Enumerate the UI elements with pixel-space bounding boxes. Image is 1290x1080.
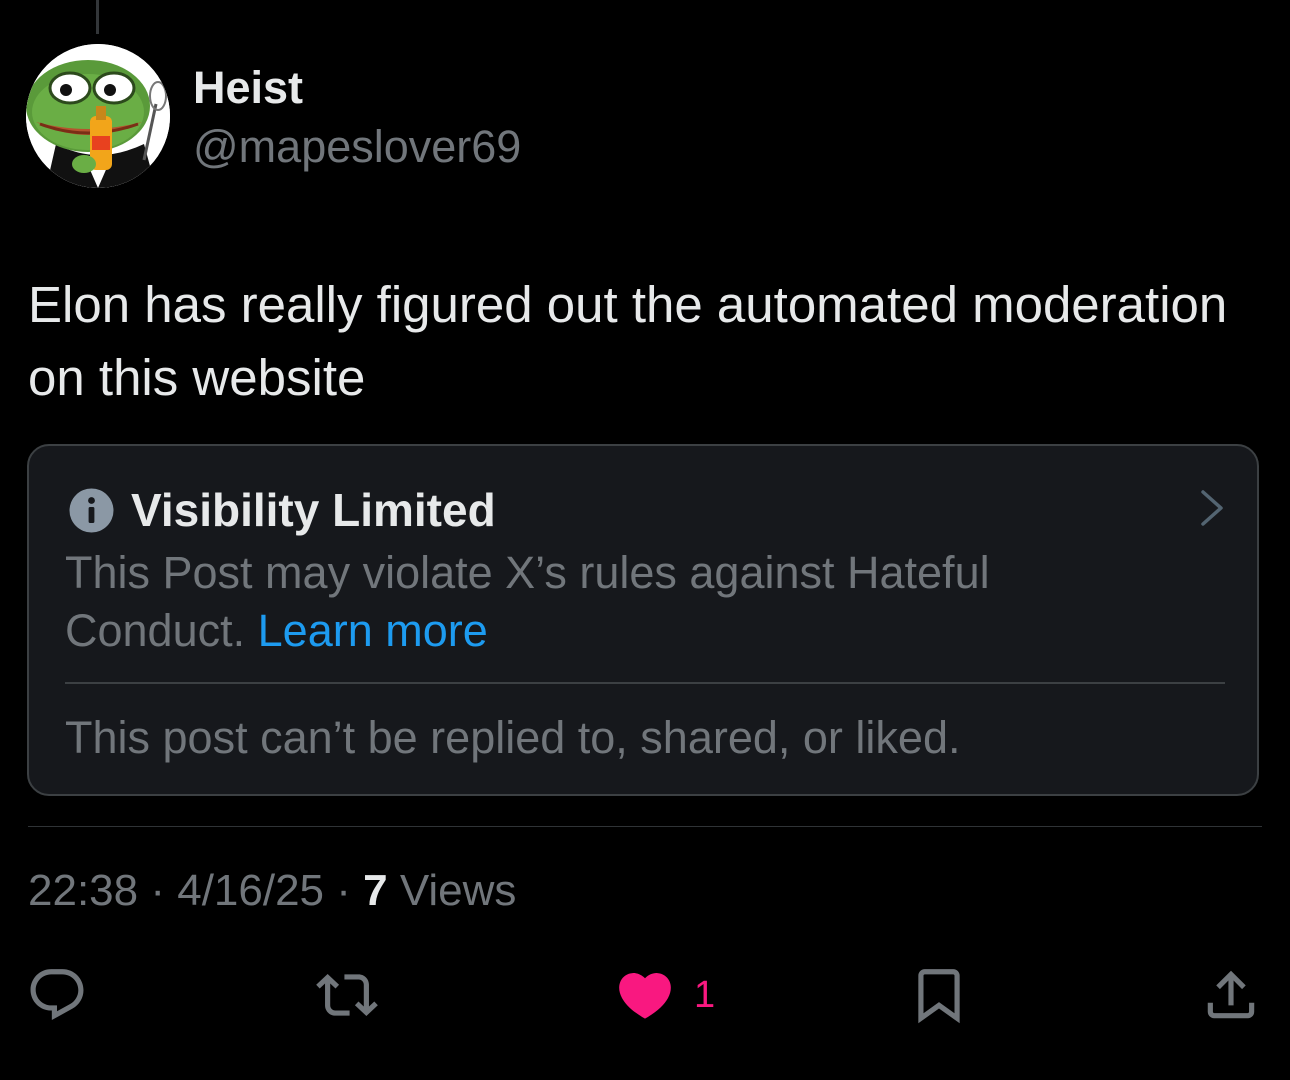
post-time[interactable]: 22:38 (28, 866, 138, 915)
thread-connector-line (96, 0, 99, 34)
avatar[interactable] (26, 44, 170, 188)
bookmark-icon (918, 969, 960, 1024)
notice-footer: This post can’t be replied to, shared, o… (65, 712, 961, 763)
meta-divider (28, 826, 1262, 827)
post-text: Elon has really figured out the automate… (28, 276, 1228, 406)
notice-body-text: This Post may violate X’s rules against … (65, 547, 990, 656)
notice-title: Visibility Limited (131, 484, 496, 536)
views-count[interactable]: 7 (363, 866, 387, 915)
info-icon (69, 488, 114, 533)
author-handle[interactable]: @mapeslover69 (193, 121, 521, 173)
meta-separator: · (138, 866, 178, 915)
author-display-name[interactable]: Heist (193, 62, 303, 114)
repost-button[interactable] (314, 962, 380, 1028)
meta-separator: · (324, 866, 364, 915)
learn-more-link[interactable]: Learn more (258, 605, 488, 656)
share-icon (1207, 970, 1255, 1019)
notice-divider (65, 682, 1225, 684)
like-button[interactable]: 1 (614, 962, 715, 1028)
post-date[interactable]: 4/16/25 (177, 866, 324, 915)
reply-button[interactable] (26, 962, 88, 1028)
reply-icon (30, 969, 84, 1021)
post-meta: 22:38 · 4/16/25 · 7 Views (28, 864, 516, 918)
notice-body: This Post may violate X’s rules against … (65, 544, 1125, 660)
pepe-avatar-image (26, 44, 170, 188)
like-count: 1 (694, 974, 716, 1016)
visibility-notice-card[interactable]: Visibility Limited This Post may violate… (27, 444, 1259, 796)
bookmark-button[interactable] (908, 962, 970, 1028)
views-label: Views (387, 866, 517, 915)
like-icon (619, 973, 671, 1019)
share-button[interactable] (1200, 962, 1262, 1028)
chevron-right-icon[interactable] (1197, 488, 1227, 528)
repost-icon (316, 974, 378, 1016)
